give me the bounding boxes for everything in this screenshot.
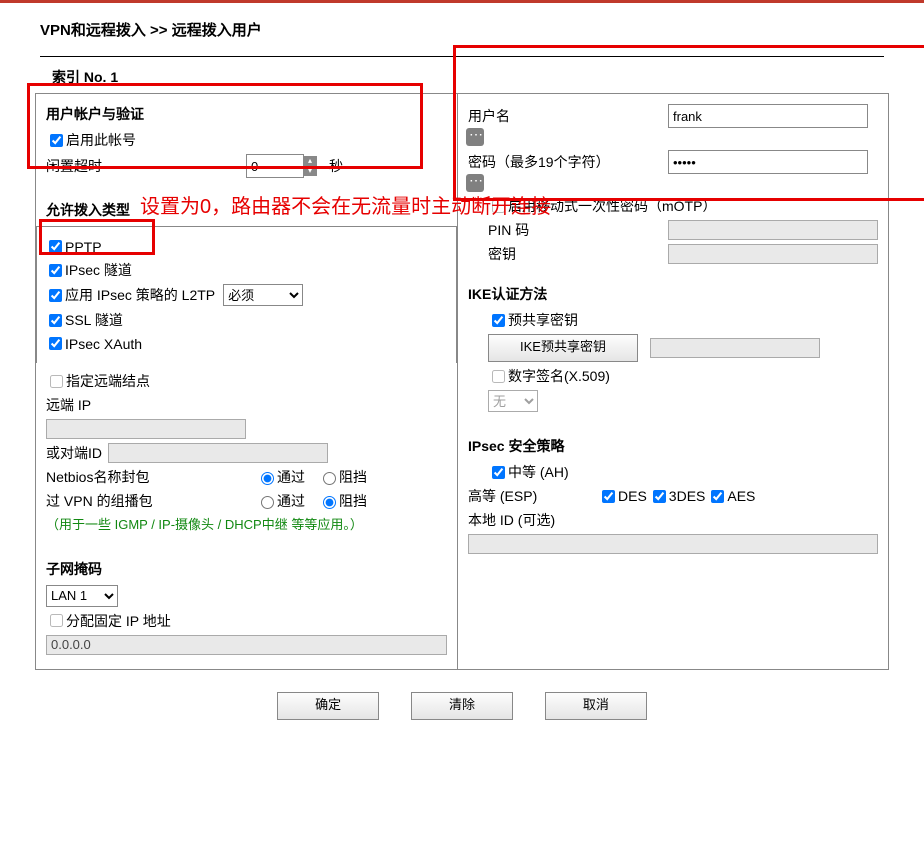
right-column: 用户名 密码（最多19个字符） 启用移动式一次性密码（mOTP） PIN 码 密… — [457, 93, 889, 670]
ok-button[interactable]: 确定 — [277, 692, 379, 720]
ssl-tunnel-checkbox[interactable] — [49, 314, 62, 327]
idle-unit: 秒 — [329, 156, 343, 176]
psk-checkbox[interactable] — [492, 314, 505, 327]
ipsec-tunnel-label: IPsec 隧道 — [65, 260, 132, 280]
multicast-pass-label: 通过 — [277, 491, 305, 511]
peer-id-input[interactable] — [108, 443, 328, 463]
username-label: 用户名 — [468, 106, 668, 126]
secret-label: 密钥 — [488, 244, 668, 264]
pin-input[interactable] — [668, 220, 878, 240]
fixed-ip-input[interactable]: 0.0.0.0 — [46, 635, 447, 655]
3des-checkbox[interactable] — [653, 490, 666, 503]
medium-checkbox[interactable] — [492, 466, 505, 479]
credential-icon[interactable] — [466, 174, 484, 192]
ipsec-xauth-label: IPsec XAuth — [65, 336, 142, 352]
netbios-label: Netbios名称封包 — [46, 467, 256, 487]
specify-remote-label: 指定远端结点 — [66, 371, 150, 391]
secret-input[interactable] — [668, 244, 878, 264]
motp-checkbox[interactable] — [492, 200, 505, 213]
digisig-select: 无 — [488, 390, 538, 412]
medium-label: 中等 (AH) — [508, 462, 569, 482]
lan-select[interactable]: LAN 1 — [46, 585, 118, 607]
netbios-pass-label: 通过 — [277, 467, 305, 487]
l2tp-policy-select[interactable]: 必须 — [223, 284, 303, 306]
divider — [40, 56, 884, 57]
multicast-note: （用于一些 IGMP / IP-摄像头 / DHCP中继 等等应用。） — [46, 515, 447, 535]
enable-account-label: 启用此帐号 — [66, 130, 136, 150]
section-account-title: 用户帐户与验证 — [46, 104, 447, 124]
netbios-block-label: 阻挡 — [339, 467, 367, 487]
high-label: 高等 (ESP) — [468, 486, 598, 506]
assign-ip-label: 分配固定 IP 地址 — [66, 611, 171, 631]
digisig-label: 数字签名(X.509) — [508, 366, 610, 386]
aes-checkbox[interactable] — [711, 490, 724, 503]
ipsec-xauth-checkbox[interactable] — [49, 337, 62, 350]
local-id-label: 本地 ID (可选) — [468, 510, 555, 530]
netbios-pass-radio[interactable] — [261, 472, 274, 485]
l2tp-checkbox[interactable] — [49, 289, 62, 302]
ipsec-policy-title: IPsec 安全策略 — [468, 436, 878, 456]
ike-title: IKE认证方法 — [468, 284, 878, 304]
enable-account-checkbox[interactable] — [50, 134, 63, 147]
cancel-button[interactable]: 取消 — [545, 692, 647, 720]
aes-label: AES — [727, 488, 755, 504]
assign-ip-checkbox[interactable] — [50, 614, 63, 627]
pptp-label: PPTP — [65, 239, 102, 255]
multicast-block-radio[interactable] — [323, 496, 336, 509]
l2tp-label: 应用 IPsec 策略的 L2TP — [65, 285, 215, 305]
index-label: 索引 No. 1 — [52, 67, 914, 87]
local-id-input[interactable] — [468, 534, 878, 554]
netbios-block-radio[interactable] — [323, 472, 336, 485]
3des-label: 3DES — [669, 488, 706, 504]
psk-label: 预共享密钥 — [508, 310, 578, 330]
password-input[interactable] — [668, 150, 868, 174]
ssl-tunnel-label: SSL 隧道 — [65, 310, 123, 330]
idle-timeout-label: 闲置超时 — [46, 156, 246, 176]
pptp-checkbox[interactable] — [49, 240, 62, 253]
breadcrumb: VPN和远程拨入 >> 远程拨入用户 — [40, 19, 914, 40]
button-row: 确定 清除 取消 — [10, 692, 914, 720]
subnet-title: 子网掩码 — [46, 559, 447, 579]
pin-label: PIN 码 — [488, 220, 668, 240]
multicast-label: 过 VPN 的组播包 — [46, 491, 256, 511]
digisig-checkbox[interactable] — [492, 370, 505, 383]
idle-timeout-input[interactable] — [246, 154, 304, 178]
username-input[interactable] — [668, 104, 868, 128]
des-label: DES — [618, 488, 647, 504]
password-label: 密码（最多19个字符） — [468, 152, 668, 172]
remote-ip-input[interactable] — [46, 419, 246, 439]
peer-id-label: 或对端ID — [46, 443, 102, 463]
psk-value[interactable] — [650, 338, 820, 358]
ipsec-tunnel-checkbox[interactable] — [49, 264, 62, 277]
des-checkbox[interactable] — [602, 490, 615, 503]
remote-ip-label: 远端 IP — [46, 395, 91, 415]
multicast-pass-radio[interactable] — [261, 496, 274, 509]
left-column: 用户帐户与验证 启用此帐号 闲置超时 ▴▾ 秒 允许拨入类型 PPTP IPse… — [35, 93, 458, 670]
psk-button[interactable]: IKE预共享密钥 — [488, 334, 638, 362]
multicast-block-label: 阻挡 — [339, 491, 367, 511]
specify-remote-checkbox[interactable] — [50, 375, 63, 388]
spinner-buttons[interactable]: ▴▾ — [303, 156, 317, 176]
credential-icon[interactable] — [466, 128, 484, 146]
section-allow-title: 允许拨入类型 — [46, 200, 447, 220]
motp-label: 启用移动式一次性密码（mOTP） — [508, 196, 716, 216]
clear-button[interactable]: 清除 — [411, 692, 513, 720]
